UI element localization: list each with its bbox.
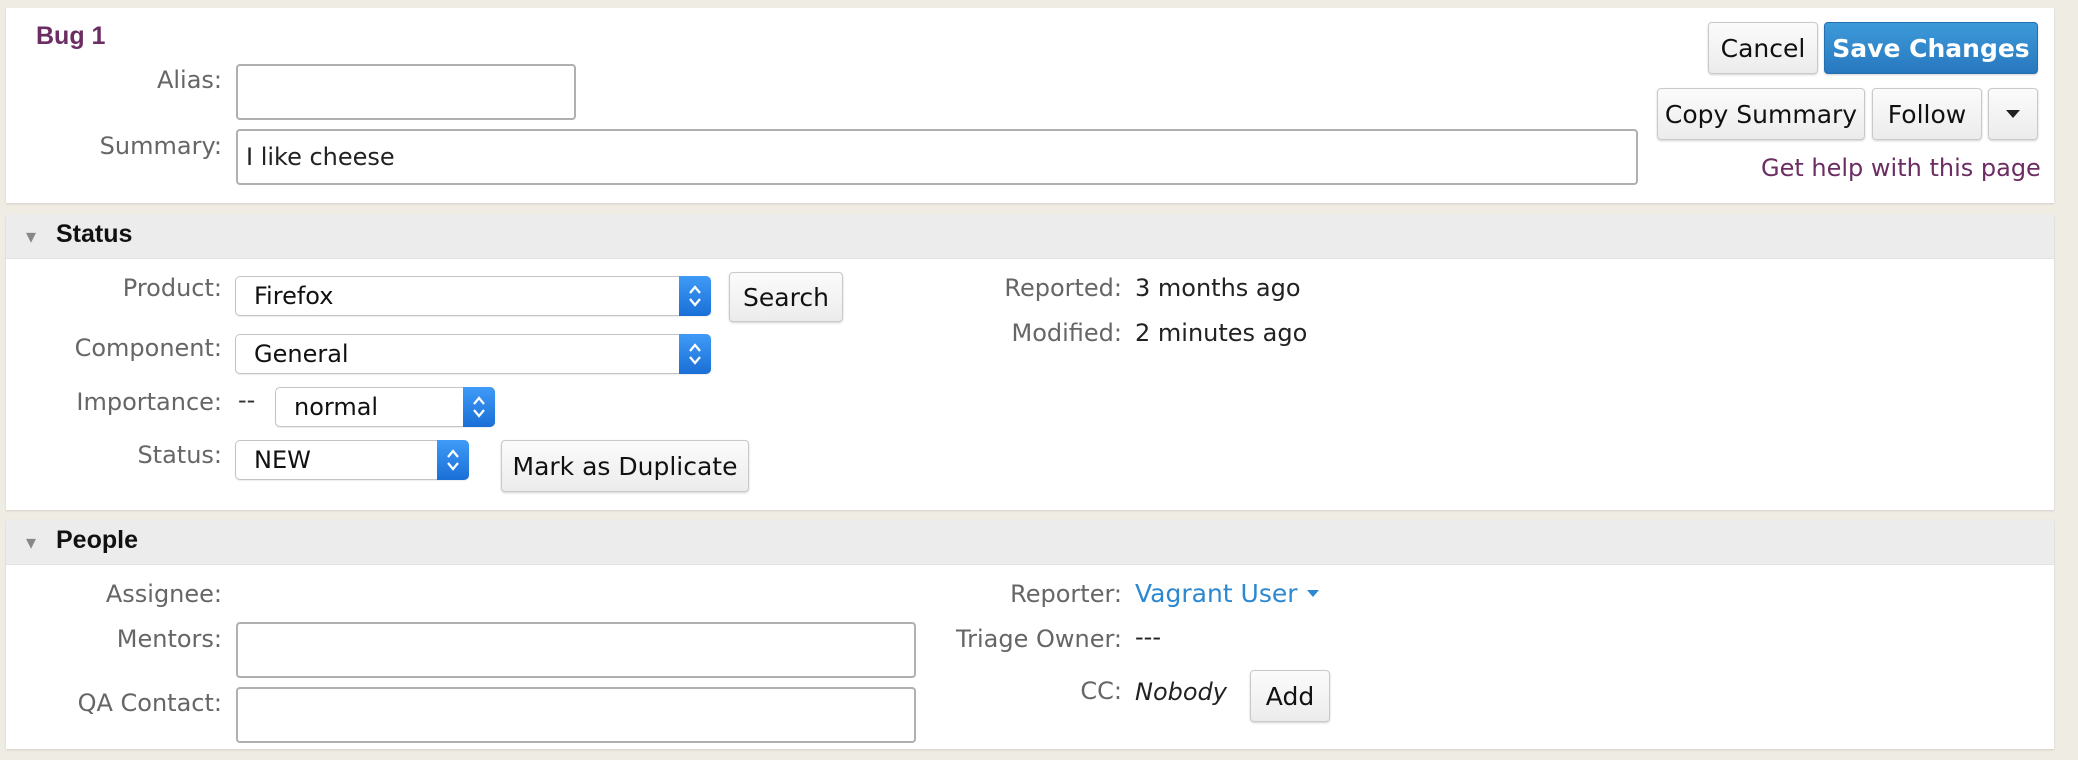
product-label: Product: (122, 274, 222, 302)
importance-select-value: normal (294, 393, 379, 421)
component-label: Component: (74, 334, 222, 362)
reporter-label: Reporter: (1010, 580, 1122, 608)
importance-priority: -- (238, 386, 256, 414)
importance-select[interactable]: normal (275, 387, 495, 427)
triage-owner-value: --- (1135, 623, 1161, 651)
follow-button[interactable]: Follow (1872, 88, 1982, 140)
triangle-down-icon: ▾ (26, 530, 37, 554)
caret-down-icon (2006, 110, 2020, 118)
summary-label: Summary: (99, 132, 222, 160)
cancel-button[interactable]: Cancel (1708, 22, 1818, 74)
people-section-header[interactable]: ▾ People (6, 520, 2054, 565)
alias-input[interactable] (236, 64, 576, 120)
updown-chevron-icon (679, 334, 711, 374)
qa-contact-input[interactable] (236, 687, 916, 743)
triangle-down-icon: ▾ (26, 224, 37, 248)
product-select-value: Firefox (254, 282, 334, 310)
component-select-value: General (254, 340, 349, 368)
people-section-title: People (56, 526, 138, 554)
mentors-label: Mentors: (116, 625, 222, 653)
bug-title: Bug 1 (36, 22, 106, 50)
reported-label: Reported: (1004, 274, 1122, 302)
modified-label: Modified: (1011, 319, 1123, 347)
more-menu-button[interactable] (1988, 88, 2038, 140)
search-button[interactable]: Search (729, 272, 843, 322)
status-section: ▾ Status Product: Firefox Search Compone… (6, 214, 2054, 510)
updown-chevron-icon (679, 276, 711, 316)
updown-chevron-icon (437, 440, 469, 480)
mark-as-duplicate-button[interactable]: Mark as Duplicate (501, 440, 749, 492)
triage-owner-label: Triage Owner: (955, 625, 1122, 653)
help-link[interactable]: Get help with this page (1761, 154, 2041, 182)
bug-header-panel: Bug 1 Alias: Summary: I like cheese Canc… (6, 8, 2054, 203)
status-label: Status: (137, 441, 222, 469)
people-section: ▾ People Assignee: Mentors: QA Contact: … (6, 520, 2054, 749)
component-select[interactable]: General (235, 334, 711, 374)
updown-chevron-icon (463, 387, 495, 427)
cc-value: Nobody (1135, 678, 1227, 706)
reported-value: 3 months ago (1135, 274, 1301, 302)
qa-contact-label: QA Contact: (77, 689, 222, 717)
reporter-value: Vagrant User (1135, 579, 1298, 608)
status-select-value: NEW (254, 446, 311, 474)
status-section-header[interactable]: ▾ Status (6, 214, 2054, 259)
mentors-input[interactable] (236, 622, 916, 678)
caret-down-icon (1306, 590, 1319, 597)
product-select[interactable]: Firefox (235, 276, 711, 316)
add-cc-button[interactable]: Add (1250, 670, 1330, 722)
cc-label: CC: (1080, 677, 1122, 705)
assignee-label: Assignee: (105, 580, 222, 608)
importance-label: Importance: (76, 388, 222, 416)
reporter-user-link[interactable]: Vagrant User (1135, 579, 1320, 608)
status-select[interactable]: NEW (235, 440, 469, 480)
alias-label: Alias: (156, 66, 222, 94)
modified-value: 2 minutes ago (1135, 319, 1308, 347)
copy-summary-button[interactable]: Copy Summary (1657, 88, 1865, 140)
save-changes-button[interactable]: Save Changes (1824, 22, 2038, 74)
summary-input[interactable]: I like cheese (236, 129, 1638, 185)
status-section-title: Status (56, 220, 133, 248)
